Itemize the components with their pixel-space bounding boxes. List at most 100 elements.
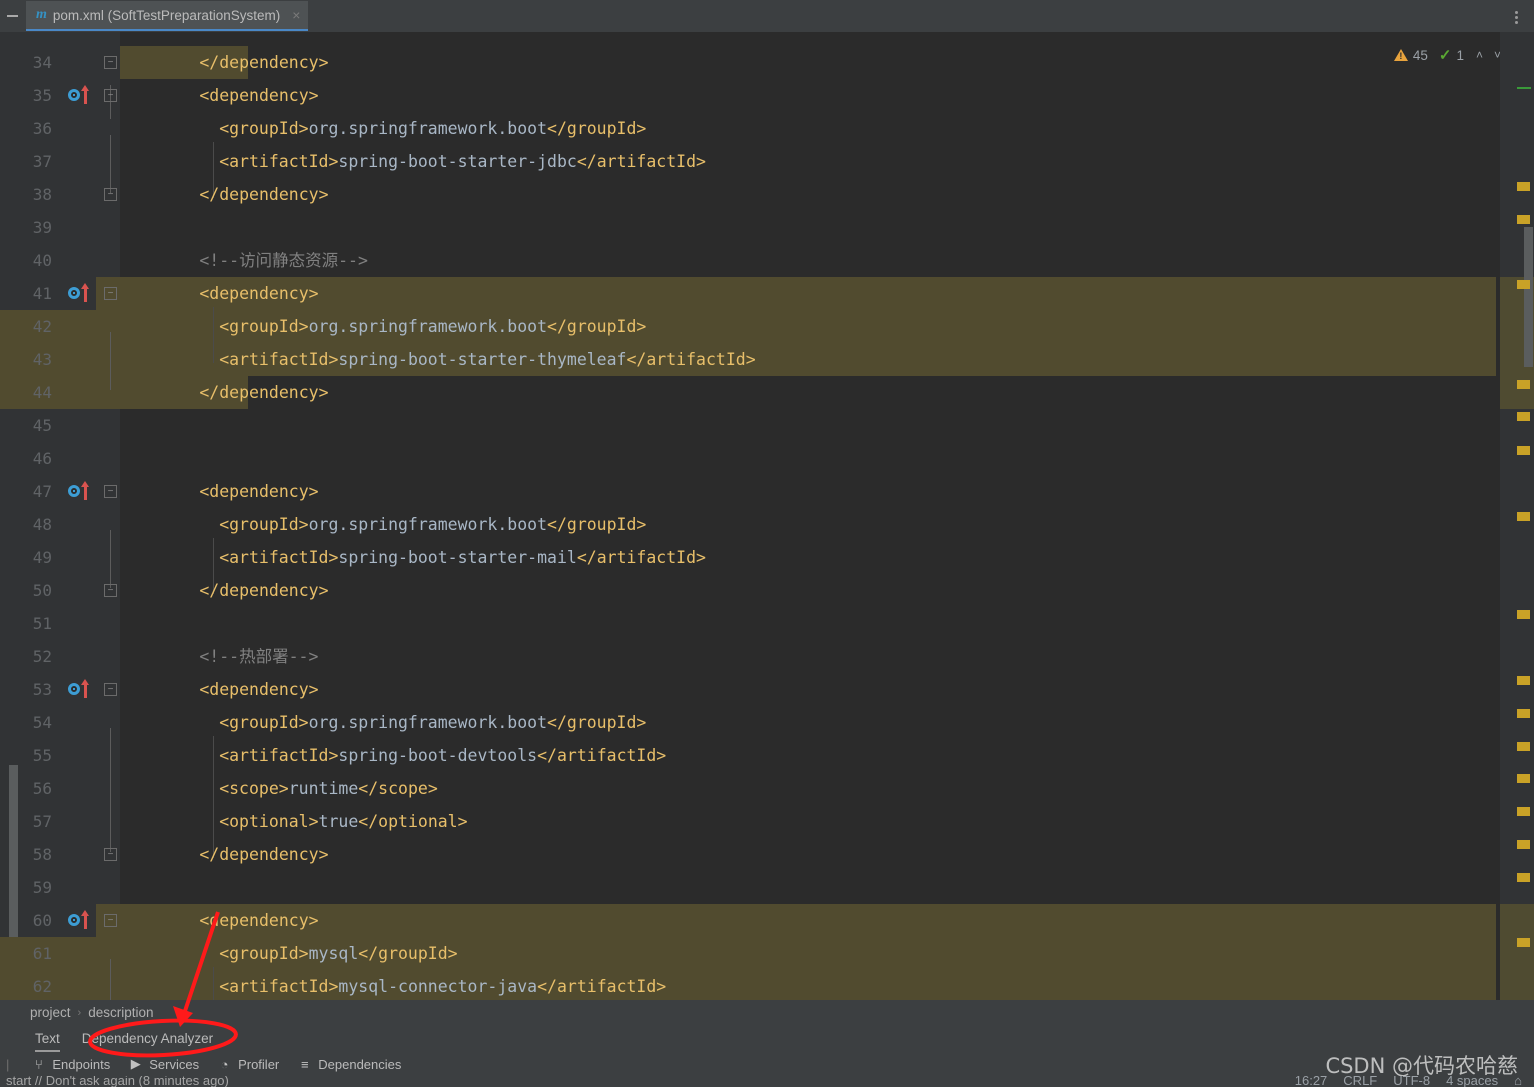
code-line[interactable]: <artifactId>spring-boot-devtools</artifa… [219, 739, 666, 772]
line-number: 42 [32, 317, 52, 336]
maven-dependency-update-icon[interactable] [68, 673, 94, 706]
maven-dependency-update-icon[interactable] [68, 904, 94, 937]
tab-text[interactable]: Text [35, 1025, 60, 1052]
code-line[interactable]: <dependency> [199, 475, 318, 508]
code-line[interactable]: </dependency> [199, 178, 328, 211]
code-line[interactable]: <groupId>org.springframework.boot</group… [219, 508, 646, 541]
stripe-marker-ok[interactable] [1517, 87, 1531, 89]
stripe-marker-warning[interactable] [1517, 380, 1530, 389]
code-line[interactable]: </dependency> [199, 46, 328, 79]
indent-guide [213, 307, 214, 363]
file-tab-label: pom.xml (SoftTestPreparationSystem) [52, 7, 281, 23]
breadcrumb-separator-icon: › [77, 1006, 82, 1019]
maven-dependency-update-icon[interactable] [68, 79, 94, 112]
code-fold-minus-icon[interactable]: − [104, 56, 117, 69]
line-separator[interactable]: CRLF [1343, 1076, 1377, 1087]
stripe-marker-warning[interactable] [1517, 807, 1530, 816]
maven-dependency-update-icon[interactable] [68, 277, 94, 310]
line-number: 52 [32, 647, 52, 666]
close-icon[interactable]: × [292, 8, 300, 22]
code-fold-minus-icon[interactable]: − [104, 287, 117, 300]
stripe-marker-warning[interactable] [1517, 610, 1530, 619]
line-number: 53 [32, 680, 52, 699]
stripe-marker-warning[interactable] [1517, 412, 1530, 421]
profiler-icon: ◔ [220, 1056, 229, 1072]
stripe-marker-warning[interactable] [1517, 709, 1530, 718]
caret-position[interactable]: 16:27 [1295, 1076, 1328, 1087]
inspection-status-widget[interactable]: 45 ✓ 1 ˄ ˅ [1393, 46, 1504, 64]
code-fold-minus-icon[interactable]: − [104, 914, 117, 927]
indent-setting[interactable]: 4 spaces [1446, 1076, 1498, 1087]
code-line[interactable]: <artifactId>mysql-connector-java</artifa… [219, 970, 666, 1000]
file-tab-pom-xml[interactable]: m pom.xml (SoftTestPreparationSystem) × [26, 1, 309, 31]
code-line[interactable]: <dependency> [199, 277, 318, 310]
tool-button-profiler[interactable]: ◔ Profiler [217, 1056, 280, 1072]
stripe-marker-warning[interactable] [1517, 182, 1530, 191]
line-number: 60 [32, 911, 52, 930]
breadcrumb-item-description[interactable]: description [88, 1005, 153, 1020]
code-fold-minus-icon[interactable]: − [104, 188, 117, 201]
maven-dependency-update-icon[interactable] [68, 475, 94, 508]
stripe-marker-warning[interactable] [1517, 742, 1530, 751]
stripe-markers [1500, 32, 1534, 1000]
code-line[interactable]: <artifactId>spring-boot-starter-thymelea… [219, 343, 755, 376]
breadcrumb[interactable]: project › description [0, 1000, 1534, 1025]
line-number: 44 [32, 383, 52, 402]
code-line[interactable]: <scope>runtime</scope> [219, 772, 438, 805]
breadcrumb-item-project[interactable]: project [30, 1005, 71, 1020]
tool-button-services[interactable]: ▶ Services [128, 1056, 199, 1072]
editor-sub-tabs[interactable]: Text Dependency Analyzer [0, 1025, 1534, 1052]
code-line[interactable]: <groupId>mysql</groupId> [219, 937, 457, 970]
code-line[interactable]: <groupId>org.springframework.boot</group… [219, 310, 646, 343]
prev-problem-button[interactable]: ˄ [1473, 48, 1486, 62]
bottom-tool-window-bar[interactable]: | ⑂ Endpoints ▶ Services ◔ Profiler ≡ De… [0, 1052, 1534, 1076]
stripe-marker-warning[interactable] [1517, 873, 1530, 882]
code-line[interactable]: </dependency> [199, 574, 328, 607]
stripe-marker-warning[interactable] [1517, 446, 1530, 455]
code-line[interactable]: <!--访问静态资源--> [199, 244, 368, 277]
line-number: 61 [32, 944, 52, 963]
code-line[interactable]: <optional>true</optional> [219, 805, 467, 838]
code-line[interactable]: <dependency> [199, 79, 318, 112]
code-line[interactable]: <groupId>org.springframework.boot</group… [219, 706, 646, 739]
stripe-marker-warning[interactable] [1517, 676, 1530, 685]
code-line[interactable]: <groupId>org.springframework.boot</group… [219, 112, 646, 145]
code-fold-minus-icon[interactable]: − [104, 485, 117, 498]
code-fold-minus-icon[interactable]: − [104, 848, 117, 861]
line-number: 41 [32, 284, 52, 303]
tool-button-endpoints[interactable]: ⑂ Endpoints [31, 1057, 110, 1072]
more-vertical-icon[interactable] [1508, 8, 1524, 26]
error-stripe-scrollbar[interactable] [1500, 32, 1534, 1000]
code-fold-minus-icon[interactable]: − [104, 683, 117, 696]
code-line[interactable]: <dependency> [199, 673, 318, 706]
fold-connector-line [110, 959, 111, 1000]
line-number: 49 [32, 548, 52, 567]
code-line[interactable]: <!--热部署--> [199, 640, 318, 673]
line-number: 37 [32, 152, 52, 171]
tool-label-profiler: Profiler [238, 1056, 280, 1072]
code-line[interactable]: <artifactId>spring-boot-starter-jdbc</ar… [219, 145, 706, 178]
status-bar-right: 16:27 CRLF UTF-8 4 spaces ⌂ [1295, 1076, 1522, 1087]
code-line[interactable]: </dependency> [199, 838, 328, 871]
code-editor[interactable]: 34 − </dependency> 35 − <dependency> 36 <groupI… [0, 32, 1534, 1000]
minimize-icon[interactable] [0, 0, 24, 32]
stripe-marker-warning[interactable] [1517, 215, 1530, 224]
stripe-marker-warning[interactable] [1517, 774, 1530, 783]
fold-connector-line [110, 135, 111, 193]
code-fold-minus-icon[interactable]: − [104, 584, 117, 597]
line-number: 39 [32, 218, 52, 237]
code-line[interactable]: <dependency> [199, 904, 318, 937]
code-line[interactable]: <artifactId>spring-boot-starter-mail</ar… [219, 541, 706, 574]
tool-button-dependencies[interactable]: ≡ Dependencies [297, 1057, 401, 1072]
stripe-marker-warning[interactable] [1517, 938, 1530, 947]
tab-dependency-analyzer[interactable]: Dependency Analyzer [82, 1025, 213, 1052]
lock-icon[interactable]: ⌂ [1514, 1076, 1522, 1087]
stripe-marker-warning[interactable] [1517, 840, 1530, 849]
stripe-marker-warning[interactable] [1517, 512, 1530, 521]
file-encoding[interactable]: UTF-8 [1393, 1076, 1430, 1087]
code-fold-minus-icon[interactable]: − [104, 89, 117, 102]
indent-guide [213, 967, 214, 1000]
code-line[interactable]: </dependency> [199, 376, 328, 409]
tool-label-dependencies: Dependencies [318, 1056, 402, 1072]
stripe-marker-warning[interactable] [1517, 280, 1530, 289]
